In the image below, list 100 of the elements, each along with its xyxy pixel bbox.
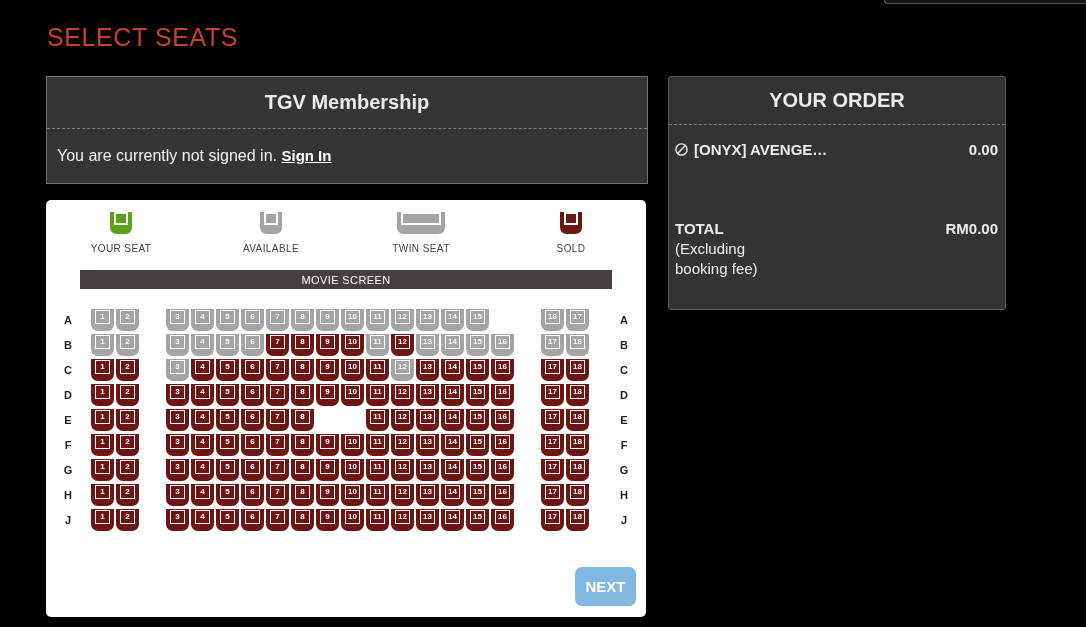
seat-button[interactable]: 16 [491, 508, 514, 531]
seat-button[interactable]: 13 [416, 508, 439, 531]
seat-button[interactable]: 3 [166, 433, 189, 456]
seat-button[interactable]: 1 [91, 433, 114, 456]
seat-button[interactable]: 14 [441, 383, 464, 406]
seat-button[interactable]: 12 [391, 458, 414, 481]
seat-button[interactable]: 17 [541, 433, 564, 456]
seat-button[interactable]: 11 [366, 383, 389, 406]
seat-button[interactable]: 6 [241, 508, 264, 531]
seat-button[interactable]: 1 [91, 408, 114, 431]
seat-button[interactable]: 15 [466, 433, 489, 456]
seat-button[interactable]: 8 [291, 483, 314, 506]
seat-button[interactable]: 14 [441, 408, 464, 431]
seat-button[interactable]: 10 [341, 333, 364, 356]
seat-button[interactable]: 9 [316, 383, 339, 406]
seat-button[interactable]: 15 [466, 483, 489, 506]
seat-button[interactable]: 1 [91, 383, 114, 406]
seat-button[interactable]: 12 [391, 508, 414, 531]
seat-button[interactable]: 2 [116, 433, 139, 456]
seat-button[interactable]: 13 [416, 458, 439, 481]
seat-button[interactable]: 5 [216, 408, 239, 431]
seat-button[interactable]: 1 [91, 358, 114, 381]
seat-button[interactable]: 10 [341, 383, 364, 406]
seat-button[interactable]: 7 [266, 483, 289, 506]
seat-button[interactable]: 4 [191, 433, 214, 456]
seat-button[interactable]: 5 [216, 358, 239, 381]
seat-button[interactable]: 14 [441, 508, 464, 531]
seat-button[interactable]: 2 [116, 508, 139, 531]
seat-button[interactable]: 8 [291, 433, 314, 456]
seat-button[interactable]: 2 [116, 358, 139, 381]
seat-button[interactable]: 6 [241, 433, 264, 456]
seat-button[interactable]: 8 [291, 333, 314, 356]
seat-button[interactable]: 18 [566, 383, 589, 406]
seat-button[interactable]: 8 [291, 458, 314, 481]
seat-button[interactable]: 3 [166, 458, 189, 481]
seat-button[interactable]: 16 [491, 458, 514, 481]
seat-button[interactable]: 13 [416, 383, 439, 406]
seat-button[interactable]: 2 [116, 483, 139, 506]
seat-button[interactable]: 12 [391, 408, 414, 431]
seat-button[interactable]: 18 [566, 433, 589, 456]
seat-button[interactable]: 11 [366, 408, 389, 431]
seat-button[interactable]: 14 [441, 358, 464, 381]
seat-button[interactable]: 7 [266, 383, 289, 406]
seat-button[interactable]: 1 [91, 458, 114, 481]
seat-button[interactable]: 16 [491, 358, 514, 381]
seat-button[interactable]: 1 [91, 508, 114, 531]
seat-button[interactable]: 12 [391, 333, 414, 356]
seat-button[interactable]: 9 [316, 508, 339, 531]
seat-button[interactable]: 7 [266, 358, 289, 381]
seat-button[interactable]: 16 [491, 483, 514, 506]
seat-button[interactable]: 4 [191, 383, 214, 406]
seat-button[interactable]: 8 [291, 408, 314, 431]
seat-button[interactable]: 5 [216, 383, 239, 406]
seat-button[interactable]: 10 [341, 508, 364, 531]
seat-button[interactable]: 17 [541, 508, 564, 531]
seat-button[interactable]: 13 [416, 408, 439, 431]
seat-button[interactable]: 16 [491, 433, 514, 456]
seat-button[interactable]: 12 [391, 383, 414, 406]
seat-button[interactable]: 4 [191, 508, 214, 531]
seat-button[interactable]: 11 [366, 358, 389, 381]
seat-button[interactable]: 9 [316, 433, 339, 456]
seat-button[interactable]: 3 [166, 383, 189, 406]
seat-button[interactable]: 18 [566, 483, 589, 506]
seat-button[interactable]: 7 [266, 408, 289, 431]
seat-button[interactable]: 9 [316, 358, 339, 381]
seat-button[interactable]: 10 [341, 483, 364, 506]
seat-button[interactable]: 3 [166, 408, 189, 431]
seat-button[interactable]: 13 [416, 358, 439, 381]
seat-button[interactable]: 11 [366, 483, 389, 506]
cancel-icon[interactable] [675, 142, 688, 156]
seat-button[interactable]: 17 [541, 458, 564, 481]
sign-in-link[interactable]: Sign In [281, 147, 332, 164]
seat-button[interactable]: 18 [566, 358, 589, 381]
seat-button[interactable]: 5 [216, 508, 239, 531]
seat-button[interactable]: 10 [341, 358, 364, 381]
seat-button[interactable]: 9 [316, 458, 339, 481]
seat-button[interactable]: 14 [441, 458, 464, 481]
seat-button[interactable]: 15 [466, 383, 489, 406]
seat-button[interactable]: 8 [291, 383, 314, 406]
seat-button[interactable]: 15 [466, 408, 489, 431]
seat-button[interactable]: 6 [241, 483, 264, 506]
seat-button[interactable]: 7 [266, 433, 289, 456]
seat-button[interactable]: 11 [366, 458, 389, 481]
seat-button[interactable]: 16 [491, 408, 514, 431]
seat-button[interactable]: 14 [441, 483, 464, 506]
seat-button[interactable]: 7 [266, 508, 289, 531]
seat-button[interactable]: 15 [466, 508, 489, 531]
seat-button[interactable]: 4 [191, 358, 214, 381]
seat-button[interactable]: 12 [391, 433, 414, 456]
seat-button[interactable]: 5 [216, 458, 239, 481]
seat-button[interactable]: 1 [91, 483, 114, 506]
seat-button[interactable]: 6 [241, 358, 264, 381]
seat-button[interactable]: 13 [416, 433, 439, 456]
seat-button[interactable]: 11 [366, 433, 389, 456]
seat-button[interactable]: 14 [441, 433, 464, 456]
seat-button[interactable]: 17 [541, 383, 564, 406]
seat-button[interactable]: 6 [241, 458, 264, 481]
seat-button[interactable]: 18 [566, 458, 589, 481]
seat-button[interactable]: 12 [391, 483, 414, 506]
seat-button[interactable]: 13 [416, 483, 439, 506]
